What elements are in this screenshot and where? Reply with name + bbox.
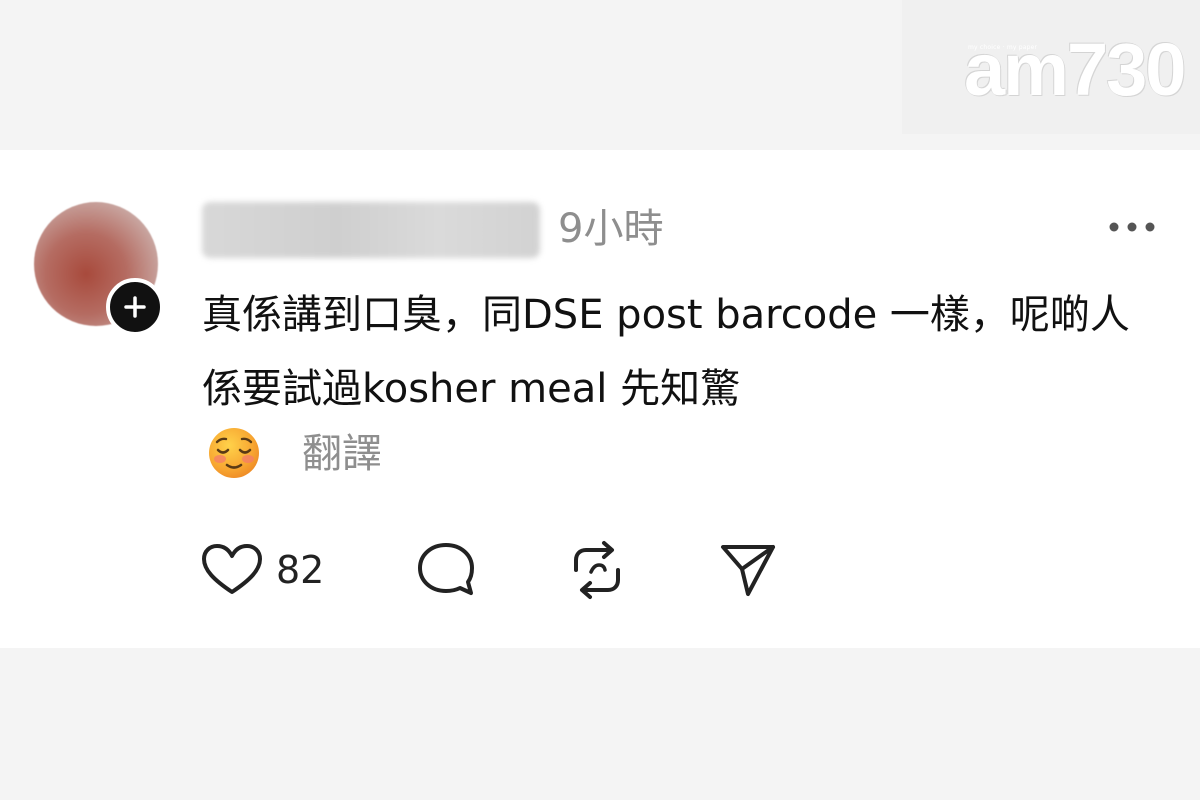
share-button[interactable] xyxy=(718,542,778,598)
bottom-band xyxy=(0,648,1200,800)
comment-bubble-icon xyxy=(418,543,474,595)
more-horizontal-icon xyxy=(1109,222,1155,232)
reply-button[interactable] xyxy=(416,542,476,598)
post-timestamp: 9小時 xyxy=(558,206,664,252)
relieved-face-icon xyxy=(209,428,259,478)
watermark-brand: am730 xyxy=(964,28,1186,111)
plus-icon xyxy=(124,296,146,318)
like-button[interactable]: 82 xyxy=(200,542,324,598)
translate-link[interactable]: 翻譯 xyxy=(302,426,382,482)
post-text: 真係講到口臭，同DSE post barcode 一樣，呢啲人係要試過koshe… xyxy=(202,292,1130,412)
follow-button[interactable] xyxy=(106,278,164,336)
more-options-button[interactable] xyxy=(1106,212,1158,242)
send-icon xyxy=(721,545,775,596)
heart-icon xyxy=(202,544,262,594)
username-redacted[interactable] xyxy=(202,202,540,258)
repost-icon xyxy=(574,541,620,599)
like-count: 82 xyxy=(276,548,325,592)
repost-button[interactable] xyxy=(566,541,628,599)
post-card: 9小時 真係講到口臭，同DSE post barcode 一樣，呢啲人係要試過k… xyxy=(0,150,1200,648)
